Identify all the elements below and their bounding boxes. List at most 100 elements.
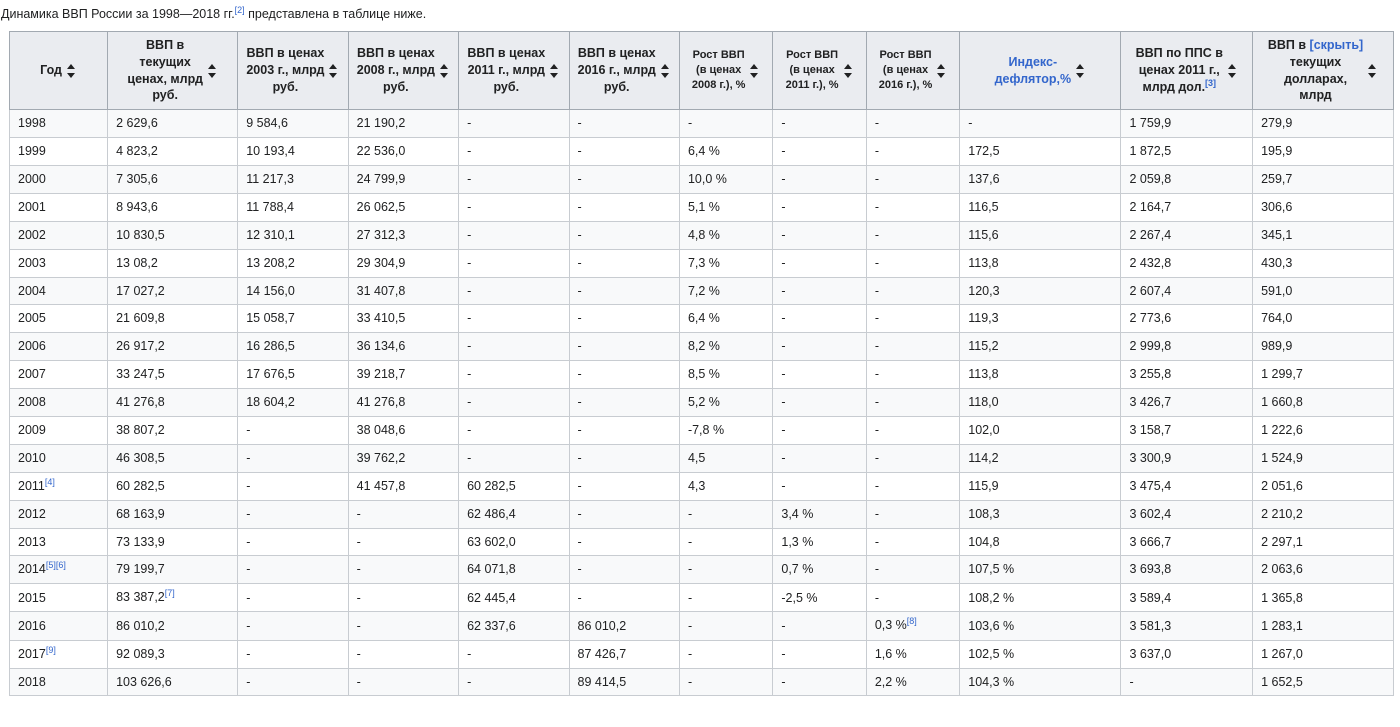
cell-value: - (467, 451, 471, 465)
cell-value: 33 410,5 (357, 311, 406, 325)
cell-value: - (578, 535, 582, 549)
sort-arrows-icon[interactable] (439, 63, 450, 79)
sort-arrows-icon[interactable] (749, 63, 760, 79)
cell-ppp: 2 773,6 (1121, 305, 1253, 333)
cell-value: 259,7 (1261, 172, 1292, 186)
cell-g2011: - (773, 389, 866, 417)
cell-p2016: - (569, 528, 679, 556)
cell-value: - (688, 116, 692, 130)
sort-arrows-icon[interactable] (66, 63, 77, 79)
header-line: млрд дол.[3] (1136, 79, 1223, 96)
cell-value: 2012 (18, 507, 46, 521)
cell-value: - (578, 256, 582, 270)
cell-value: 89 414,5 (578, 675, 627, 689)
hide-column-link[interactable]: [скрыть] (1310, 38, 1364, 52)
sort-arrows-icon[interactable] (549, 63, 560, 79)
cell-year: 2007 (10, 361, 108, 389)
column-header-g2016[interactable]: Рост ВВП(в ценах2016 г.), % (866, 31, 959, 110)
sort-arrows-icon[interactable] (1075, 63, 1086, 79)
cell-g2008: - (679, 528, 772, 556)
sort-arrows-icon[interactable] (207, 63, 218, 79)
cell-value: - (357, 507, 361, 521)
cell-p2003: - (238, 668, 348, 696)
cell-value: 113,8 (968, 256, 998, 270)
sort-arrows-icon[interactable] (328, 63, 339, 79)
column-header-p2008[interactable]: ВВП в ценах2008 г., млрдруб. (348, 31, 458, 110)
column-header-year[interactable]: Год (10, 31, 108, 110)
cell-g2008: 4,8 % (679, 221, 772, 249)
column-header-ppp[interactable]: ВВП по ППС вценах 2011 г.,млрд дол.[3] (1121, 31, 1253, 110)
cell-g2011: - (773, 138, 866, 166)
cell-value: 15 058,7 (246, 311, 295, 325)
cell-p2016: - (569, 138, 679, 166)
cell-defl: 115,9 (960, 472, 1121, 500)
reference-link[interactable]: [4] (45, 477, 55, 487)
column-header-g2011[interactable]: Рост ВВП(в ценах2011 г.), % (773, 31, 866, 110)
cell-year: 2008 (10, 389, 108, 417)
header-inner: ВВП по ППС вценах 2011 г.,млрд дол.[3] (1128, 45, 1245, 96)
cell-value: - (781, 116, 785, 130)
cell-usd: 1 283,1 (1253, 612, 1394, 640)
cell-value: 17 676,5 (246, 367, 295, 381)
cell-year: 2010 (10, 444, 108, 472)
cell-value: 2007 (18, 367, 46, 381)
column-header-usd[interactable]: ВВП в [скрыть]текущихдолларах,млрд (1253, 31, 1394, 110)
cell-value: - (875, 311, 879, 325)
cell-value: 26 917,2 (116, 339, 165, 353)
cell-ppp: 2 267,4 (1121, 221, 1253, 249)
cell-ppp: 2 432,8 (1121, 249, 1253, 277)
cell-value: 2010 (18, 451, 46, 465)
column-header-p2016[interactable]: ВВП в ценах2016 г., млрдруб. (569, 31, 679, 110)
cell-g2011: - (773, 333, 866, 361)
reference-link[interactable]: [9] (46, 645, 56, 655)
cell-year: 2004 (10, 277, 108, 305)
reference-link[interactable]: [5] (46, 560, 56, 570)
column-header-g2008[interactable]: Рост ВВП(в ценах2008 г.), % (679, 31, 772, 110)
sort-arrows-icon[interactable] (843, 63, 854, 79)
cell-value: 2 432,8 (1129, 256, 1171, 270)
cell-g2011: - (773, 166, 866, 194)
cell-p2008: - (348, 528, 458, 556)
cell-defl: 113,8 (960, 249, 1121, 277)
cell-value: - (688, 591, 692, 605)
cell-year: 2015 (10, 584, 108, 612)
sort-arrows-icon[interactable] (660, 63, 671, 79)
header-line-text: долларах, (1284, 72, 1347, 86)
sort-arrows-icon[interactable] (1367, 63, 1378, 79)
cell-value: 1,6 % (875, 647, 907, 661)
cell-value: 2 773,6 (1129, 311, 1171, 325)
header-line: руб. (357, 79, 435, 96)
cell-g2016: - (866, 584, 959, 612)
cell-value: 11 217,3 (246, 172, 294, 186)
column-header-cur[interactable]: ВВП втекущихценах, млрдруб. (108, 31, 238, 110)
reference-link[interactable]: [6] (56, 560, 66, 570)
cell-value: - (357, 535, 361, 549)
sort-arrows-icon[interactable] (1227, 63, 1238, 79)
header-label: ВВП в ценах2016 г., млрдруб. (578, 45, 656, 96)
column-header-defl[interactable]: Индекс-дефлятор,% (960, 31, 1121, 110)
cell-value: 31 407,8 (357, 284, 406, 298)
table-body: 19982 629,69 584,621 190,2------1 759,92… (10, 110, 1394, 696)
cell-defl: 104,3 % (960, 668, 1121, 696)
cell-g2016: - (866, 361, 959, 389)
reference-link[interactable]: [8] (907, 616, 917, 626)
reference-2[interactable]: [2] (235, 5, 245, 15)
cell-value: 10 193,4 (246, 144, 295, 158)
cell-value: 2009 (18, 423, 46, 437)
reference-link[interactable]: [7] (165, 588, 175, 598)
column-header-p2003[interactable]: ВВП в ценах2003 г., млрдруб. (238, 31, 348, 110)
table-row: 200626 917,216 286,536 134,6--8,2 %--115… (10, 333, 1394, 361)
cell-value: 107,5 % (968, 562, 1014, 576)
cell-p2003: - (238, 556, 348, 584)
cell-g2008: - (679, 612, 772, 640)
cell-value: - (875, 423, 879, 437)
reference-3[interactable]: [3] (1205, 78, 1216, 88)
table-row: 2017[9]92 089,3---87 426,7--1,6 %102,5 %… (10, 640, 1394, 668)
column-header-p2011[interactable]: ВВП в ценах2011 г., млрдруб. (459, 31, 569, 110)
cell-usd: 989,9 (1253, 333, 1394, 361)
cell-p2011: 64 071,8 (459, 556, 569, 584)
cell-g2016: 0,3 %[8] (866, 612, 959, 640)
sort-arrows-icon[interactable] (936, 63, 947, 79)
cell-cur: 2 629,6 (108, 110, 238, 138)
header-line-text: 2016 г.), % (879, 79, 933, 91)
